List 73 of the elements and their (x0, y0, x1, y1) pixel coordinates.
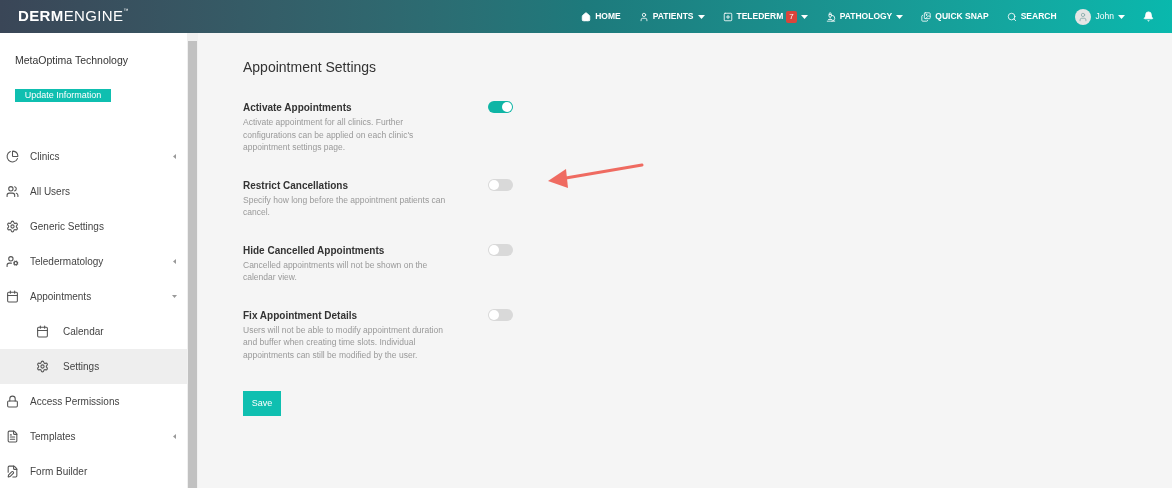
photos-icon (921, 11, 932, 22)
setting-description: Activate appointment for all clinics. Further configurations can be applied on each clinic's appointment settings page. (243, 116, 415, 154)
scrollbar[interactable] (187, 33, 198, 488)
users-icon (6, 185, 19, 199)
calendar-icon (36, 325, 49, 339)
caret-icon (697, 14, 705, 19)
nav-label: SEARCH (1020, 10, 1057, 23)
sidebar-item[interactable]: Templates (0, 419, 187, 455)
count-badge: 7 (786, 10, 797, 23)
nav-item[interactable]: PATHOLOGY (825, 10, 904, 23)
sidebar-label: Form Builder (30, 465, 88, 480)
setting-label: Fix Appointment Details (243, 308, 359, 323)
form-icon (6, 465, 19, 479)
add-icon (722, 11, 733, 22)
nav-label: PATHOLOGY (839, 10, 893, 23)
toggle-switch[interactable] (488, 308, 513, 321)
caret-left-icon (172, 434, 177, 440)
nav-label: HOME (595, 10, 621, 23)
settings-icon (36, 360, 49, 374)
setting-description: Specify how long before the appointment patients can cancel. (243, 193, 447, 219)
caret-left-icon (172, 154, 177, 160)
sidebar-item[interactable]: Clinics (0, 139, 187, 175)
nav-item[interactable]: HOME (581, 10, 621, 23)
setting-label: Activate Appointments (243, 101, 353, 115)
sidebar-item[interactable]: Access Permissions (0, 384, 187, 420)
sidebar-item[interactable]: Calendar (0, 314, 187, 350)
lock-icon (6, 395, 19, 409)
doctor-icon (6, 255, 19, 269)
sidebar-label: Access Permissions (30, 395, 120, 410)
setting-description: Cancelled appointments will not be shown on the calendar view. (243, 258, 429, 284)
pie-icon (6, 150, 19, 164)
sidebar-label: Calendar (63, 325, 104, 340)
sidebar-label: Settings (63, 360, 100, 375)
sidebar-label: All Users (30, 185, 70, 200)
sidebar-item[interactable]: Settings (0, 349, 187, 385)
caret-down-icon (172, 294, 177, 300)
bell-icon[interactable] (1143, 11, 1154, 22)
toggle-switch[interactable] (488, 243, 513, 256)
caret-icon (800, 14, 808, 19)
sidebar-item[interactable]: All Users (0, 174, 187, 210)
nav-label: PATIENTS (652, 10, 694, 23)
sidebar-label: Teledermatology (30, 255, 104, 270)
toggle-switch[interactable] (488, 101, 513, 113)
organization-name: MetaOptima Technology (15, 53, 130, 68)
sidebar-item[interactable]: Appointments (0, 279, 187, 315)
sidebar-label: Templates (30, 430, 76, 445)
sidebar-item[interactable]: Teledermatology (0, 244, 187, 280)
caret-icon (896, 14, 904, 19)
caret-left-icon (172, 259, 177, 265)
sidebar-item[interactable]: Generic Settings (0, 209, 187, 245)
settings-icon (6, 220, 19, 234)
doc-icon (6, 430, 19, 444)
home-icon (581, 11, 592, 22)
calendar-icon (6, 290, 19, 304)
avatar-icon (1074, 8, 1091, 25)
sidebar-label: Generic Settings (30, 220, 104, 235)
sidebar-label: Appointments (30, 290, 92, 305)
user-icon (638, 11, 649, 22)
toggle-switch[interactable] (488, 178, 513, 191)
nav-item[interactable]: TELEDERM 7 (722, 10, 808, 23)
setting-label: Hide Cancelled Appointments (243, 243, 386, 258)
sidebar-item[interactable]: Form Builder (0, 454, 187, 488)
setting-description: Users will not be able to modify appointment duration and buffer when creating time slots. Individual appointments can still be modified by the user. (243, 323, 444, 361)
setting-label: Restrict Cancellations (243, 178, 350, 193)
search-icon (1006, 11, 1017, 22)
nav-label: QUICK SNAP (935, 10, 989, 23)
page-title: Appointment Settings (243, 58, 378, 77)
microscope-icon (825, 11, 836, 22)
nav-label: John (1095, 10, 1114, 23)
nav-item[interactable]: PATIENTS (638, 10, 705, 23)
sidebar-label: Clinics (30, 150, 60, 165)
caret-icon (1118, 14, 1125, 19)
nav-label: TELEDERM (736, 10, 784, 23)
